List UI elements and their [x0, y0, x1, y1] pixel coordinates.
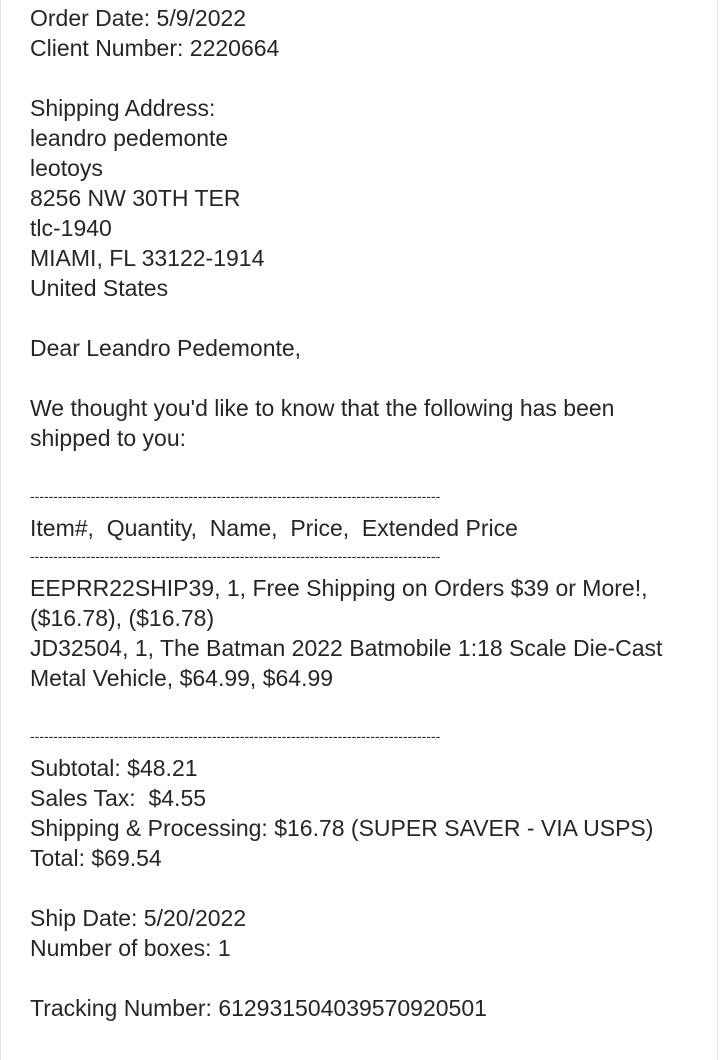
recipient-name: leandro pedemonte: [30, 125, 229, 151]
order-totals: Subtotal: $48.21 Sales Tax: $4.55 Shippi…: [30, 753, 700, 873]
list-item: EEPRR22SHIP39, 1, Free Shipping on Order…: [30, 575, 648, 631]
sales-tax: Sales Tax: $4.55: [30, 785, 207, 811]
items-table-header: Item#, Quantity, Name, Price, Extended P…: [30, 515, 518, 541]
country: United States: [30, 275, 169, 301]
list-item: JD32504, 1, The Batman 2022 Batmobile 1:…: [30, 635, 663, 691]
divider-line: ----------------------------------------…: [30, 548, 441, 564]
recipient-company: leotoys: [30, 155, 103, 181]
client-number: Client Number: 2220664: [30, 35, 280, 61]
number-of-boxes: Number of boxes: 1: [30, 935, 231, 961]
divider-line: ----------------------------------------…: [30, 488, 441, 504]
address-unit: tlc-1940: [30, 215, 112, 241]
shipment-confirmation-email: Order Date: 5/9/2022 Client Number: 2220…: [30, 3, 700, 1023]
tracking-number[interactable]: Tracking Number: 612931504039570920501: [30, 993, 700, 1023]
shipping-address-heading: Shipping Address:: [30, 95, 216, 121]
city-state-zip: MIAMI, FL 33122-1914: [30, 245, 265, 271]
greeting: Dear Leandro Pedemonte,: [30, 335, 302, 361]
shipment-details: Ship Date: 5/20/2022 Number of boxes: 1 …: [30, 903, 700, 1023]
divider-line: ----------------------------------------…: [30, 728, 441, 744]
shipping-processing: Shipping & Processing: $16.78 (SUPER SAV…: [30, 815, 654, 841]
intro-message: We thought you'd like to know that the f…: [30, 395, 615, 451]
ship-date: Ship Date: 5/20/2022: [30, 905, 247, 931]
items-list: EEPRR22SHIP39, 1, Free Shipping on Order…: [30, 573, 700, 693]
shipping-address: Shipping Address: leandro pedemonte leot…: [30, 93, 700, 303]
order-total: Total: $69.54: [30, 845, 162, 871]
subtotal: Subtotal: $48.21: [30, 755, 198, 781]
street-address: 8256 NW 30TH TER: [30, 185, 241, 211]
order-date: Order Date: 5/9/2022: [30, 5, 247, 31]
